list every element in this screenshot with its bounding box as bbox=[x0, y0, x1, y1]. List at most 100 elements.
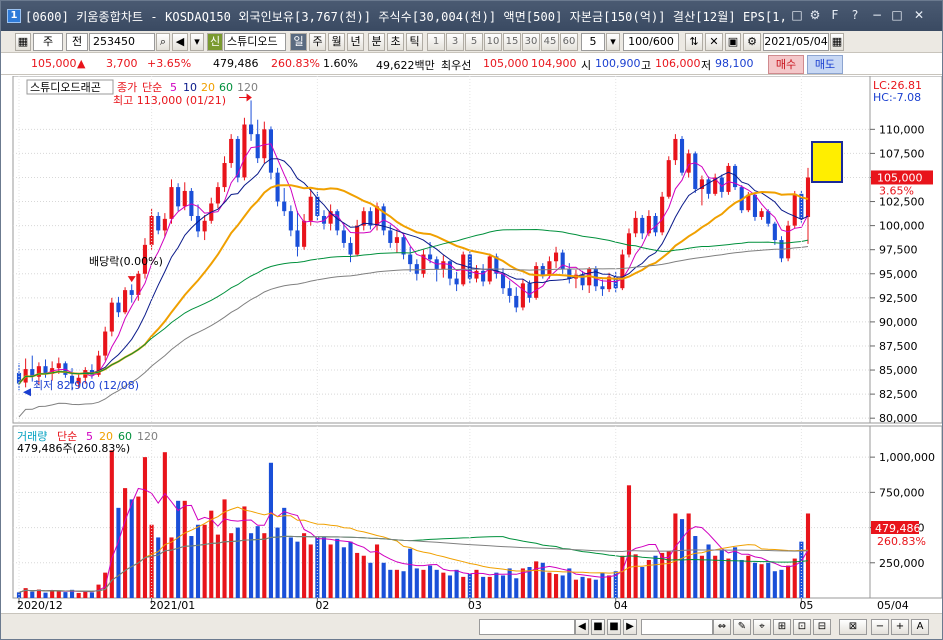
volume-bar bbox=[249, 533, 254, 598]
zoom-out-button[interactable]: − bbox=[871, 619, 889, 635]
interval-5[interactable]: 5 bbox=[465, 33, 483, 51]
scroll-left-icon[interactable]: ◀ bbox=[575, 619, 589, 635]
volume-bar bbox=[156, 537, 161, 598]
tab-daily[interactable]: 일 bbox=[290, 33, 307, 51]
interval-45[interactable]: 45 bbox=[541, 33, 559, 51]
tab-second[interactable]: 초 bbox=[387, 33, 404, 51]
volume-bar bbox=[355, 552, 360, 598]
volume-bar bbox=[189, 536, 194, 598]
interval-15[interactable]: 15 bbox=[503, 33, 521, 51]
brush-icon[interactable]: ⊡ bbox=[793, 619, 811, 635]
interval-10[interactable]: 10 bbox=[484, 33, 502, 51]
maximize-icon[interactable]: □ bbox=[889, 7, 905, 23]
tab-yearly[interactable]: 년 bbox=[347, 33, 364, 51]
price-tick-label: 85,000 bbox=[879, 364, 918, 377]
settings-icon[interactable]: ⚙ bbox=[807, 7, 823, 23]
volume-bar bbox=[633, 554, 638, 598]
low-annotation: 최저 82,900 (12/08) bbox=[33, 379, 139, 392]
chart-area[interactable]: 80,000 82,500 85,000 87,500 90,000 92,500 95,0… bbox=[1, 76, 942, 613]
volume-bar bbox=[129, 499, 134, 598]
chart-title: 스튜디오드래곤 bbox=[30, 81, 101, 94]
close-icon[interactable]: ✕ bbox=[911, 7, 927, 23]
candle-body bbox=[772, 223, 777, 241]
interval-30[interactable]: 30 bbox=[522, 33, 540, 51]
lock-icon[interactable]: ⊠ bbox=[839, 619, 867, 635]
ask-price: 105,000 bbox=[483, 57, 529, 70]
fit-icon[interactable]: ⇔ bbox=[713, 619, 731, 635]
buy-button[interactable]: 매수 bbox=[768, 55, 804, 74]
tab-weekly[interactable]: 주 bbox=[309, 33, 326, 51]
volume-bar bbox=[76, 592, 81, 598]
font-icon[interactable]: F bbox=[827, 7, 843, 23]
candle-body bbox=[626, 233, 632, 255]
draw-icon[interactable]: ✎ bbox=[733, 619, 751, 635]
candle bbox=[786, 220, 791, 262]
volume-bar bbox=[56, 591, 61, 598]
interval-3[interactable]: 3 bbox=[446, 33, 464, 51]
candle-icon[interactable]: ⇅ bbox=[685, 33, 703, 51]
search-icon[interactable]: ⌕ bbox=[156, 33, 170, 51]
candle-body bbox=[229, 138, 234, 164]
price-tick-label: 102,500 bbox=[879, 196, 925, 209]
open-price: 100,900 bbox=[595, 57, 641, 70]
volume-bar bbox=[50, 590, 55, 598]
interval-1[interactable]: 1 bbox=[427, 33, 445, 51]
interval-60[interactable]: 60 bbox=[560, 33, 578, 51]
volume-bar bbox=[746, 555, 751, 598]
link-icon[interactable]: ⊟ bbox=[813, 619, 831, 635]
speaker-icon[interactable]: ◀ bbox=[172, 33, 188, 51]
grid-icon[interactable]: ▦ bbox=[15, 33, 31, 51]
price-tick-label: 87,500 bbox=[879, 340, 918, 353]
link-icon[interactable]: □ bbox=[789, 7, 805, 23]
stock-code-input[interactable]: 253450 bbox=[89, 33, 155, 51]
volume-bar bbox=[89, 592, 94, 598]
sell-button[interactable]: 매도 bbox=[807, 55, 843, 74]
save-icon[interactable]: ▣ bbox=[725, 33, 741, 51]
calendar-icon[interactable]: ▦ bbox=[830, 33, 844, 51]
ruler-icon[interactable]: ⊞ bbox=[773, 619, 791, 635]
candle-body bbox=[527, 283, 532, 298]
candle-body bbox=[401, 237, 406, 255]
scroll-right-icon[interactable]: ▶ bbox=[623, 619, 637, 635]
range-input[interactable]: 100/600 bbox=[623, 33, 679, 51]
legend-ma20: 20 bbox=[201, 81, 215, 94]
help-icon[interactable]: ? bbox=[847, 7, 863, 23]
volume-bar bbox=[288, 537, 293, 598]
volume-bar bbox=[215, 534, 220, 598]
candle-body bbox=[520, 283, 525, 308]
zoom-in-button[interactable]: + bbox=[891, 619, 909, 635]
count-select[interactable]: 5 bbox=[581, 33, 605, 51]
tab-monthly[interactable]: 월 bbox=[328, 33, 345, 51]
volume-bar bbox=[63, 592, 68, 598]
crosshair-icon[interactable]: ✕ bbox=[705, 33, 723, 51]
volume-bar bbox=[321, 537, 327, 598]
chevron-down-icon[interactable]: ▾ bbox=[190, 33, 204, 51]
volume-bar bbox=[136, 496, 141, 598]
magnet-icon[interactable]: ⌖ bbox=[753, 619, 771, 635]
volume-bar bbox=[182, 500, 187, 598]
minimize-icon[interactable]: − bbox=[869, 7, 885, 23]
volume-bar bbox=[401, 571, 406, 598]
volume-bar bbox=[195, 524, 201, 598]
auto-scale-button[interactable]: A bbox=[911, 619, 929, 635]
pause-icon[interactable]: ■ bbox=[607, 619, 621, 635]
new-stock-button[interactable]: 신 bbox=[207, 33, 223, 51]
chevron-down-icon[interactable]: ▾ bbox=[606, 33, 620, 51]
market-select[interactable]: 주 bbox=[33, 33, 63, 51]
candle-body bbox=[414, 264, 419, 274]
candle-body bbox=[295, 230, 300, 247]
scroll-track[interactable] bbox=[479, 619, 575, 635]
tab-tick[interactable]: 틱 bbox=[406, 33, 423, 51]
order-highlight-box[interactable] bbox=[811, 141, 843, 183]
volume-bar bbox=[302, 533, 307, 598]
stop-icon[interactable]: ■ bbox=[591, 619, 605, 635]
zoom-slider[interactable] bbox=[641, 619, 713, 635]
tab-minute[interactable]: 분 bbox=[368, 33, 385, 51]
date-input[interactable]: 2021/05/04 bbox=[763, 33, 829, 51]
candle-body bbox=[441, 261, 446, 269]
gear-icon[interactable]: ⚙ bbox=[743, 33, 761, 51]
period-type-select[interactable]: 전 bbox=[66, 33, 88, 51]
volume-bar bbox=[282, 507, 287, 598]
price-tick-label: 90,000 bbox=[879, 316, 918, 329]
price-tick-label: 100,000 bbox=[879, 220, 925, 233]
